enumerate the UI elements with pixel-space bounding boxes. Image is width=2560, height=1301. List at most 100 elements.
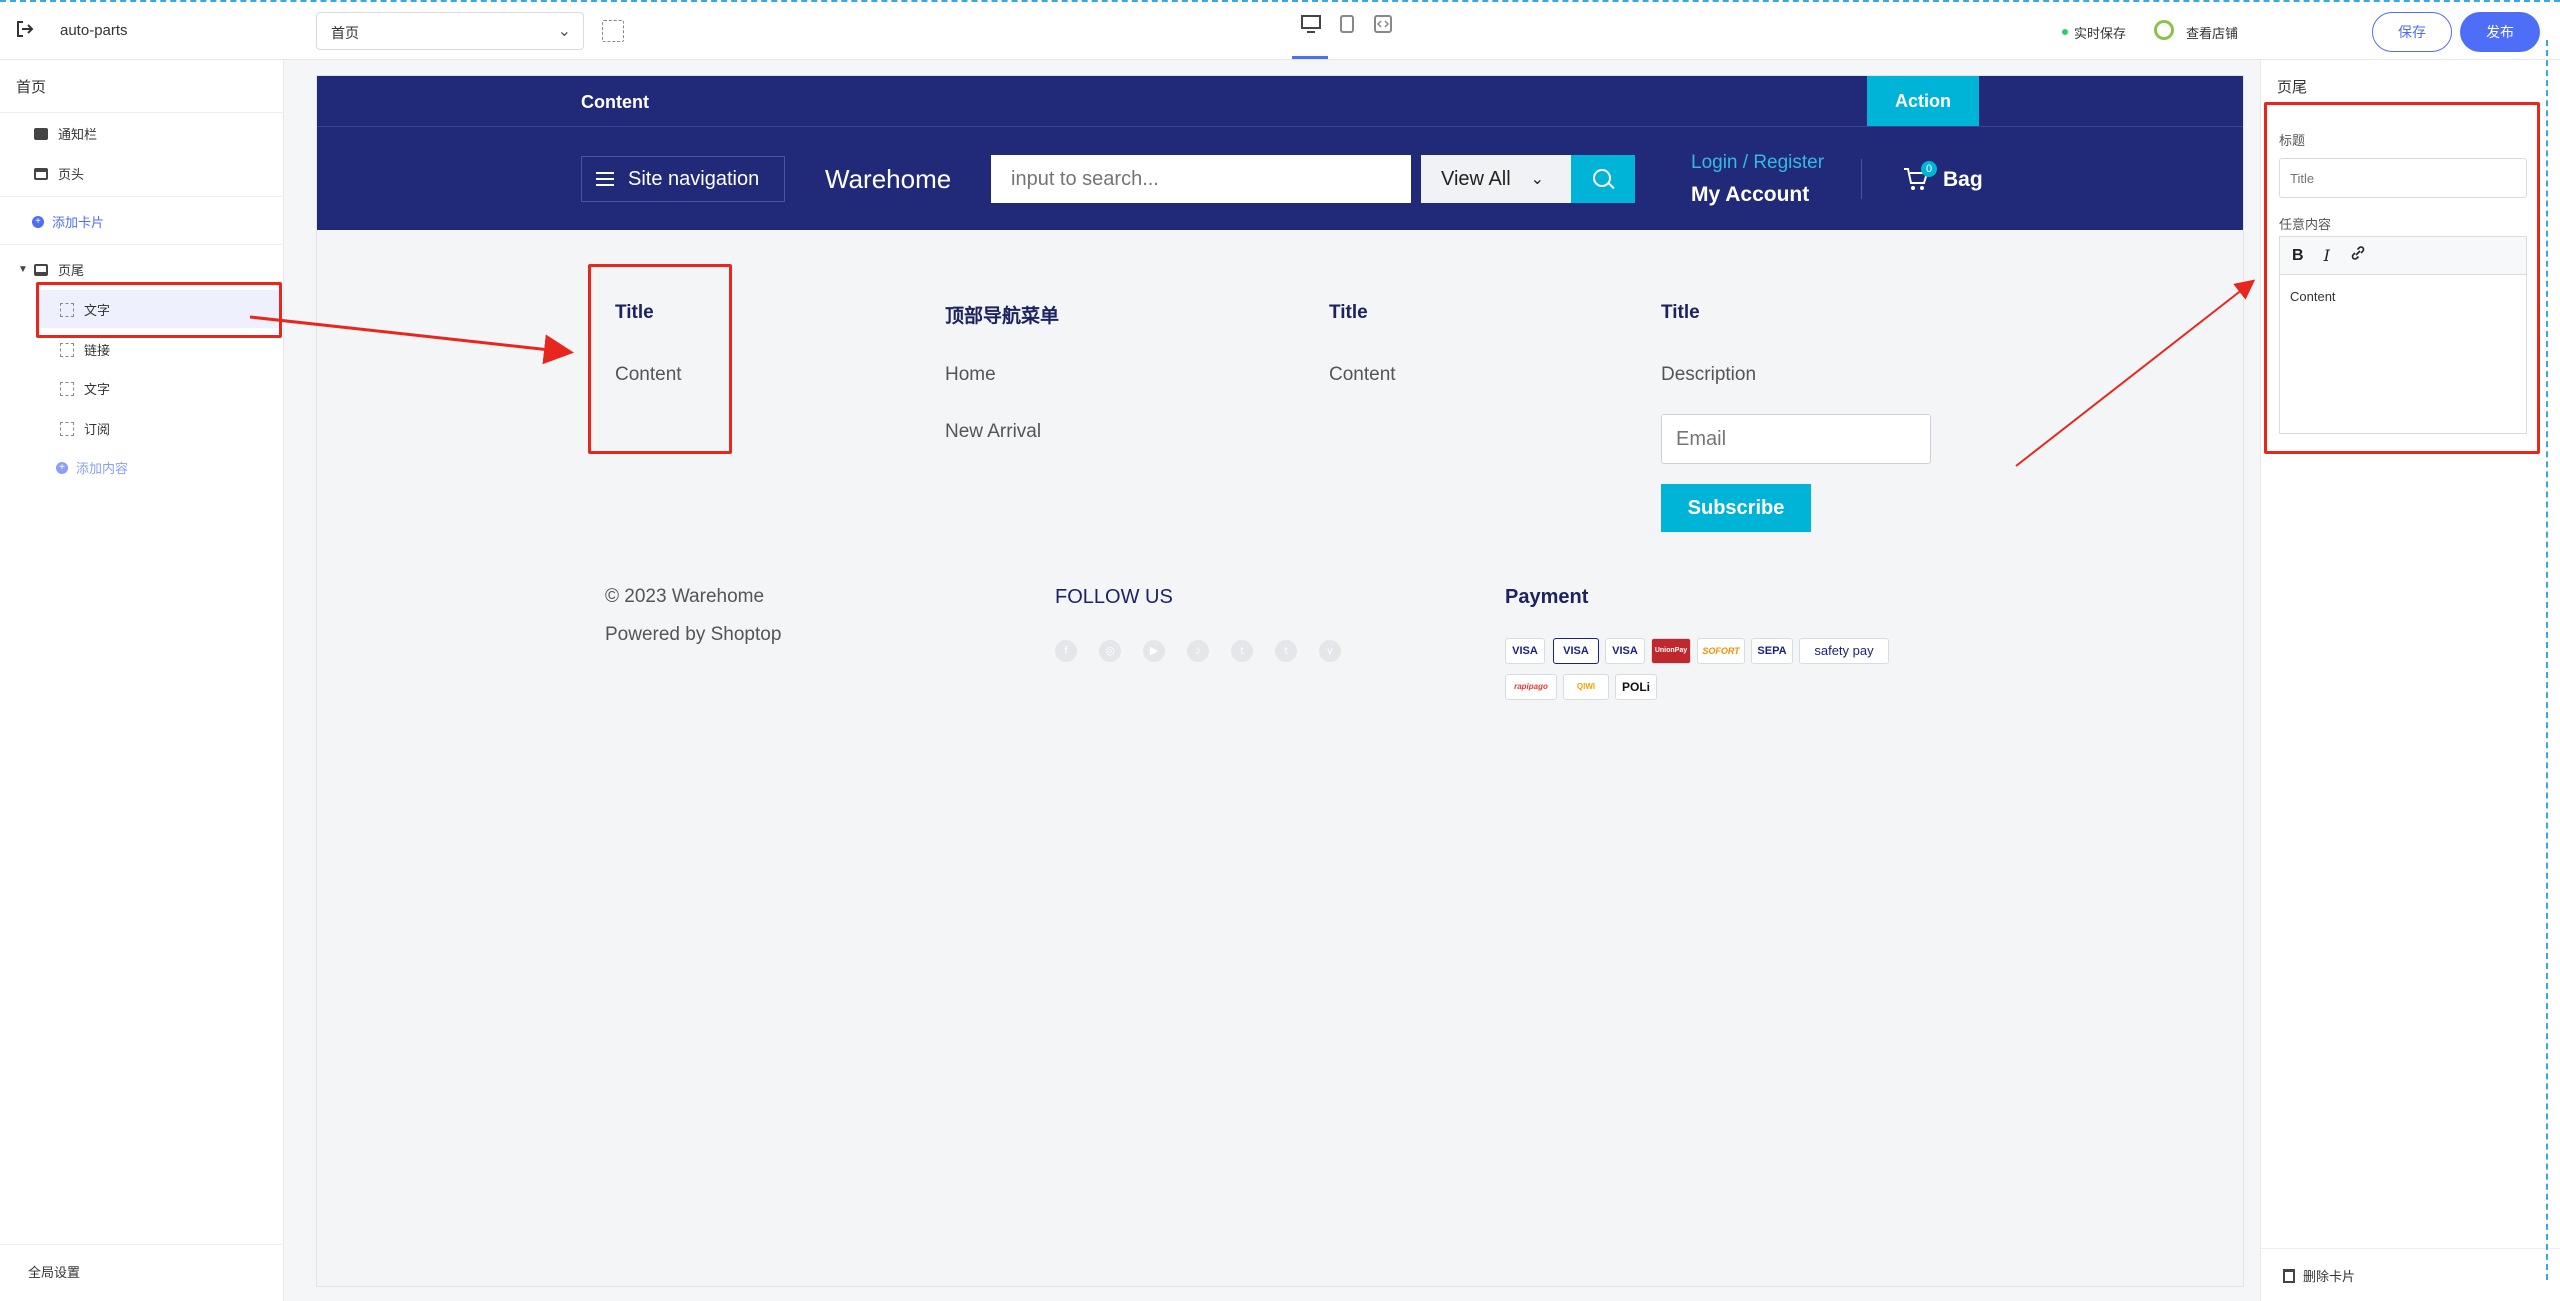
sepa-card-icon: SEPA bbox=[1751, 638, 1793, 664]
powered-by-text: Powered by Shoptop bbox=[605, 624, 782, 645]
visa-card-icon: VISA bbox=[1505, 638, 1545, 664]
rapipago-card-icon: rapipago bbox=[1505, 674, 1557, 700]
announcement-text: Content bbox=[581, 92, 649, 112]
cart-count-badge: 0 bbox=[1921, 161, 1937, 177]
divider bbox=[0, 1244, 284, 1245]
twitter-icon[interactable]: t bbox=[1231, 640, 1253, 662]
follow-us-heading: FOLLOW US bbox=[1055, 586, 1173, 608]
caret-down-icon[interactable]: ▼ bbox=[18, 264, 28, 275]
footer-link-new-arrival[interactable]: New Arrival bbox=[945, 421, 1041, 443]
exit-icon[interactable] bbox=[14, 18, 36, 40]
sofort-card-icon: SOFORT bbox=[1697, 638, 1745, 664]
brand-logo-text[interactable]: Warehome bbox=[825, 164, 951, 195]
add-content-button[interactable]: + 添加内容 bbox=[56, 458, 128, 477]
safetypay-card-icon: safety pay bbox=[1799, 638, 1889, 664]
view-store-link[interactable]: 查看店铺 bbox=[2186, 23, 2238, 42]
desktop-view-icon[interactable] bbox=[1298, 14, 1324, 40]
facebook-icon[interactable]: f bbox=[1055, 640, 1077, 662]
vimeo-icon[interactable]: v bbox=[1319, 640, 1341, 662]
tablet-view-icon[interactable] bbox=[1334, 14, 1360, 40]
annotation-box-preview bbox=[588, 264, 732, 454]
store-header: Site navigation Warehome View All ⌄ Logi… bbox=[317, 126, 2243, 230]
add-circle-icon: + bbox=[32, 215, 44, 228]
add-content-label: 添加内容 bbox=[76, 461, 129, 476]
select-element-icon[interactable] bbox=[602, 20, 624, 42]
left-sidebar: 首页 通知栏 页头 + 添加卡片 ▼ 页尾 文字 链接 文字 订阅 + 添加内容… bbox=[0, 60, 284, 1301]
add-card-label: 添加卡片 bbox=[52, 215, 105, 230]
page-preview-canvas: Content Action Site navigation Warehome … bbox=[316, 75, 2244, 1287]
sidebar-title: 首页 bbox=[16, 79, 47, 96]
youtube-icon[interactable]: ▶ bbox=[1143, 640, 1165, 662]
top-toolbar: auto-parts 首页 ⌄ 实时保存 查看店铺 保存 发布 bbox=[0, 0, 2560, 60]
page-select[interactable]: 首页 ⌄ bbox=[316, 12, 584, 50]
save-button[interactable]: 保存 bbox=[2372, 12, 2452, 52]
block-icon bbox=[60, 342, 74, 357]
poli-card-icon: POLi bbox=[1615, 674, 1657, 700]
my-account-link[interactable]: My Account bbox=[1691, 183, 1809, 207]
footer-child-subscribe[interactable]: 订阅 bbox=[60, 419, 110, 438]
sidebar-item-footer[interactable]: 页尾 bbox=[34, 260, 84, 279]
block-icon bbox=[60, 421, 74, 436]
add-circle-icon: + bbox=[56, 461, 68, 474]
global-settings-link[interactable]: 全局设置 bbox=[28, 1262, 80, 1281]
footer-child-links[interactable]: 链接 bbox=[60, 340, 110, 359]
sidebar-item-label: 通知栏 bbox=[58, 127, 98, 142]
trash-icon bbox=[2283, 1268, 2295, 1283]
divider bbox=[0, 112, 284, 113]
tiktok-icon[interactable]: ♪ bbox=[1187, 640, 1209, 662]
publish-button[interactable]: 发布 bbox=[2460, 12, 2540, 52]
subscribe-button[interactable]: Subscribe bbox=[1661, 484, 1811, 532]
header-icon bbox=[34, 167, 48, 180]
annotation-box-sidebar bbox=[36, 282, 282, 338]
footer-child-label: 订阅 bbox=[84, 422, 111, 437]
footer-col3-title[interactable]: Title bbox=[1329, 302, 1368, 324]
instagram-icon[interactable]: ◎ bbox=[1099, 640, 1121, 662]
visa-debit-card-icon: VISA bbox=[1605, 638, 1645, 664]
divider bbox=[0, 244, 284, 245]
copyright-text: © 2023 Warehome bbox=[605, 586, 765, 607]
code-view-icon[interactable] bbox=[1370, 14, 1396, 40]
announcement-action-button[interactable]: Action bbox=[1867, 76, 1979, 126]
email-field[interactable] bbox=[1661, 414, 1931, 464]
footer-col4-title[interactable]: Title bbox=[1661, 302, 1700, 324]
search-category-select[interactable]: View All ⌄ bbox=[1421, 155, 1571, 203]
autosave-status-dot bbox=[2062, 29, 2068, 35]
tumblr-icon[interactable]: t bbox=[1275, 640, 1297, 662]
header-divider bbox=[1861, 159, 1862, 199]
sidebar-item-announcement[interactable]: 通知栏 bbox=[34, 124, 97, 143]
sidebar-item-header[interactable]: 页头 bbox=[34, 164, 84, 183]
block-icon bbox=[60, 381, 74, 396]
footer-link-home[interactable]: Home bbox=[945, 364, 996, 386]
unionpay-card-icon: UnionPay bbox=[1651, 638, 1691, 664]
sidebar-item-label: 页头 bbox=[58, 167, 85, 182]
chevron-down-icon: ⌄ bbox=[1530, 171, 1545, 188]
search-button[interactable] bbox=[1571, 155, 1635, 203]
payment-heading: Payment bbox=[1505, 586, 1589, 608]
announcement-bar[interactable]: Content Action bbox=[317, 76, 2243, 126]
store-icon[interactable] bbox=[2154, 20, 2174, 40]
footer-col2-title[interactable]: 顶部导航菜单 bbox=[945, 301, 1059, 328]
footer-child-label: 链接 bbox=[84, 343, 111, 358]
page-select-value: 首页 bbox=[331, 25, 359, 41]
divider bbox=[2261, 1248, 2560, 1249]
add-card-button[interactable]: + 添加卡片 bbox=[32, 212, 104, 231]
bag-link[interactable]: Bag bbox=[1943, 168, 1983, 192]
canvas-boundary-guide bbox=[2546, 40, 2548, 1280]
search-category-value: View All bbox=[1441, 167, 1511, 190]
login-register-link[interactable]: Login / Register bbox=[1691, 152, 1824, 174]
footer-col3-content[interactable]: Content bbox=[1329, 364, 1396, 386]
panel-title: 页尾 bbox=[2277, 79, 2308, 96]
chevron-down-icon: ⌄ bbox=[557, 23, 571, 40]
delete-card-button[interactable]: 删除卡片 bbox=[2283, 1266, 2355, 1285]
search-icon-handle bbox=[1608, 182, 1615, 190]
site-navigation-button[interactable]: Site navigation bbox=[581, 156, 785, 202]
search-input[interactable] bbox=[991, 155, 1411, 203]
footer-child-text-2[interactable]: 文字 bbox=[60, 379, 110, 398]
hamburger-icon bbox=[596, 172, 614, 186]
footer-child-label: 文字 bbox=[84, 382, 111, 397]
active-device-indicator bbox=[1292, 56, 1328, 59]
autosave-label: 实时保存 bbox=[2074, 26, 2127, 41]
footer-col4-description[interactable]: Description bbox=[1661, 364, 1756, 386]
annotation-box-panel bbox=[2264, 102, 2540, 454]
site-navigation-label: Site navigation bbox=[628, 167, 760, 190]
